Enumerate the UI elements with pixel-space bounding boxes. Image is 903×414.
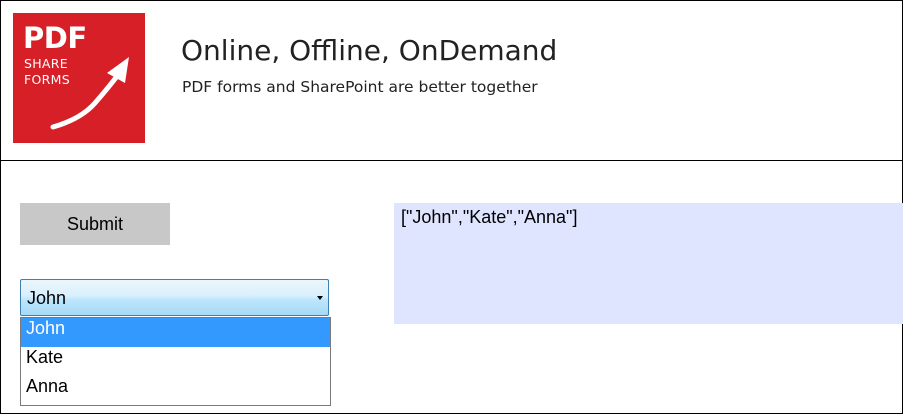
pdf-share-forms-logo: PDF SHARE FORMS — [13, 13, 145, 143]
dropdown-option-john[interactable]: John — [21, 318, 330, 347]
dropdown-options-list: John Kate Anna — [20, 317, 331, 406]
names-dropdown[interactable]: John — [20, 279, 329, 316]
submit-button[interactable]: Submit — [20, 203, 170, 245]
page-subtitle: PDF forms and SharePoint are better toge… — [182, 78, 538, 96]
output-panel: ["John","Kate","Anna"] — [394, 203, 903, 324]
page-frame: PDF SHARE FORMS Online, Offline, OnDeman… — [0, 0, 903, 414]
header-divider — [1, 160, 902, 161]
dropdown-option-kate[interactable]: Kate — [21, 347, 330, 376]
chevron-down-icon[interactable] — [317, 296, 323, 300]
output-text: ["John","Kate","Anna"] — [401, 207, 578, 227]
dropdown-selected-value: John — [27, 288, 67, 308]
dropdown-option-anna[interactable]: Anna — [21, 376, 330, 405]
page-title: Online, Offline, OnDemand — [181, 34, 558, 67]
logo-arrow-icon — [50, 57, 129, 130]
